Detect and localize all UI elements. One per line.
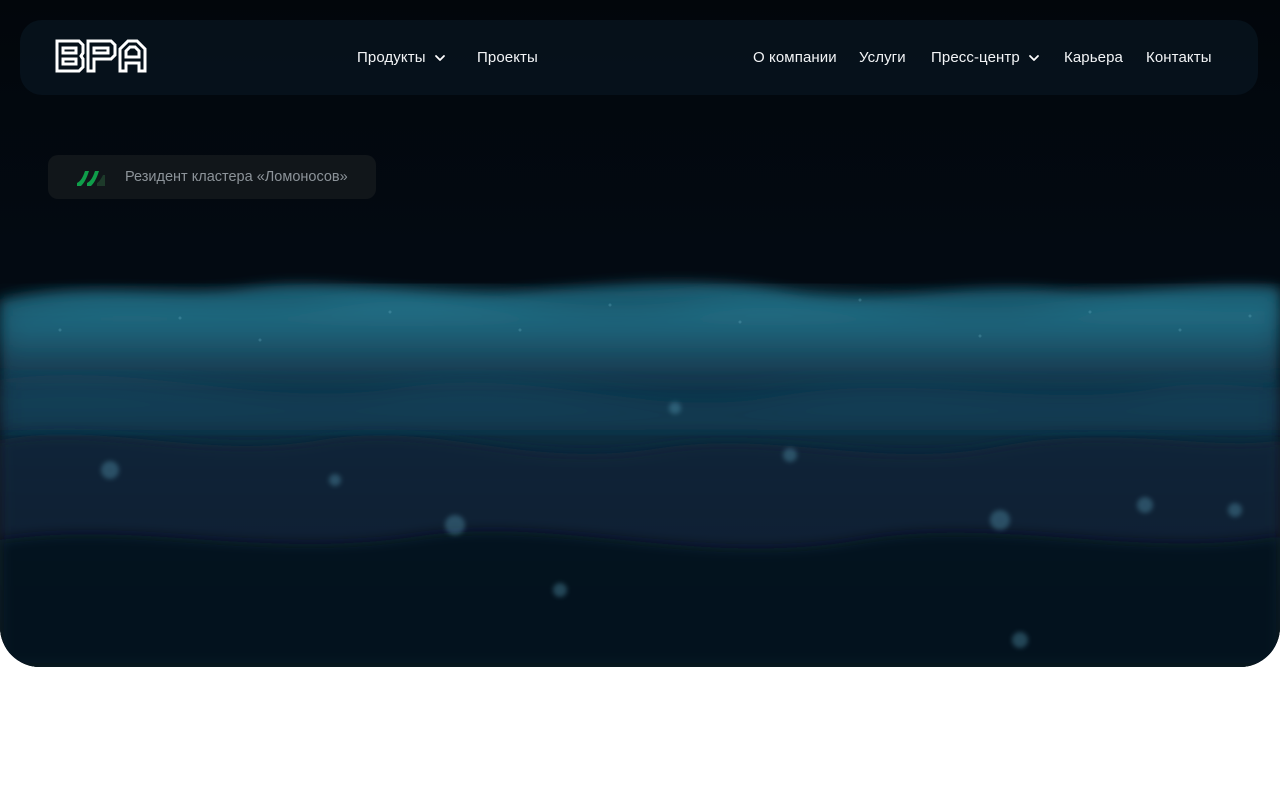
nav-career[interactable]: Карьера — [1064, 20, 1123, 95]
hero-section — [0, 0, 1280, 667]
nav-products[interactable]: Продукты — [357, 20, 446, 95]
particle-wave-background — [0, 0, 1280, 667]
nav-services-label: Услуги — [859, 49, 906, 66]
nav-contacts-label: Контакты — [1146, 49, 1212, 66]
nav-projects[interactable]: Проекты — [477, 20, 538, 95]
lomonosov-cluster-logo-icon — [77, 171, 105, 186]
bpa-logo[interactable] — [55, 39, 147, 73]
chevron-down-icon — [434, 54, 445, 61]
nav-contacts[interactable]: Контакты — [1146, 20, 1212, 95]
badge-text: Резидент кластера «Ломоносов» — [125, 169, 348, 185]
nav-about-label: О компании — [753, 49, 837, 66]
nav-about[interactable]: О компании — [753, 20, 837, 95]
nav-services[interactable]: Услуги — [859, 20, 906, 95]
top-navbar: Продукты Проекты О компании Услуги Пресс… — [20, 20, 1258, 95]
nav-projects-label: Проекты — [477, 49, 538, 66]
nav-press-center[interactable]: Пресс-центр — [931, 20, 1040, 95]
chevron-down-icon — [1028, 54, 1039, 61]
lomonosov-resident-badge[interactable]: Резидент кластера «Ломоносов» — [48, 155, 376, 199]
nav-products-label: Продукты — [357, 49, 426, 66]
nav-career-label: Карьера — [1064, 49, 1123, 66]
nav-press-center-label: Пресс-центр — [931, 49, 1020, 66]
